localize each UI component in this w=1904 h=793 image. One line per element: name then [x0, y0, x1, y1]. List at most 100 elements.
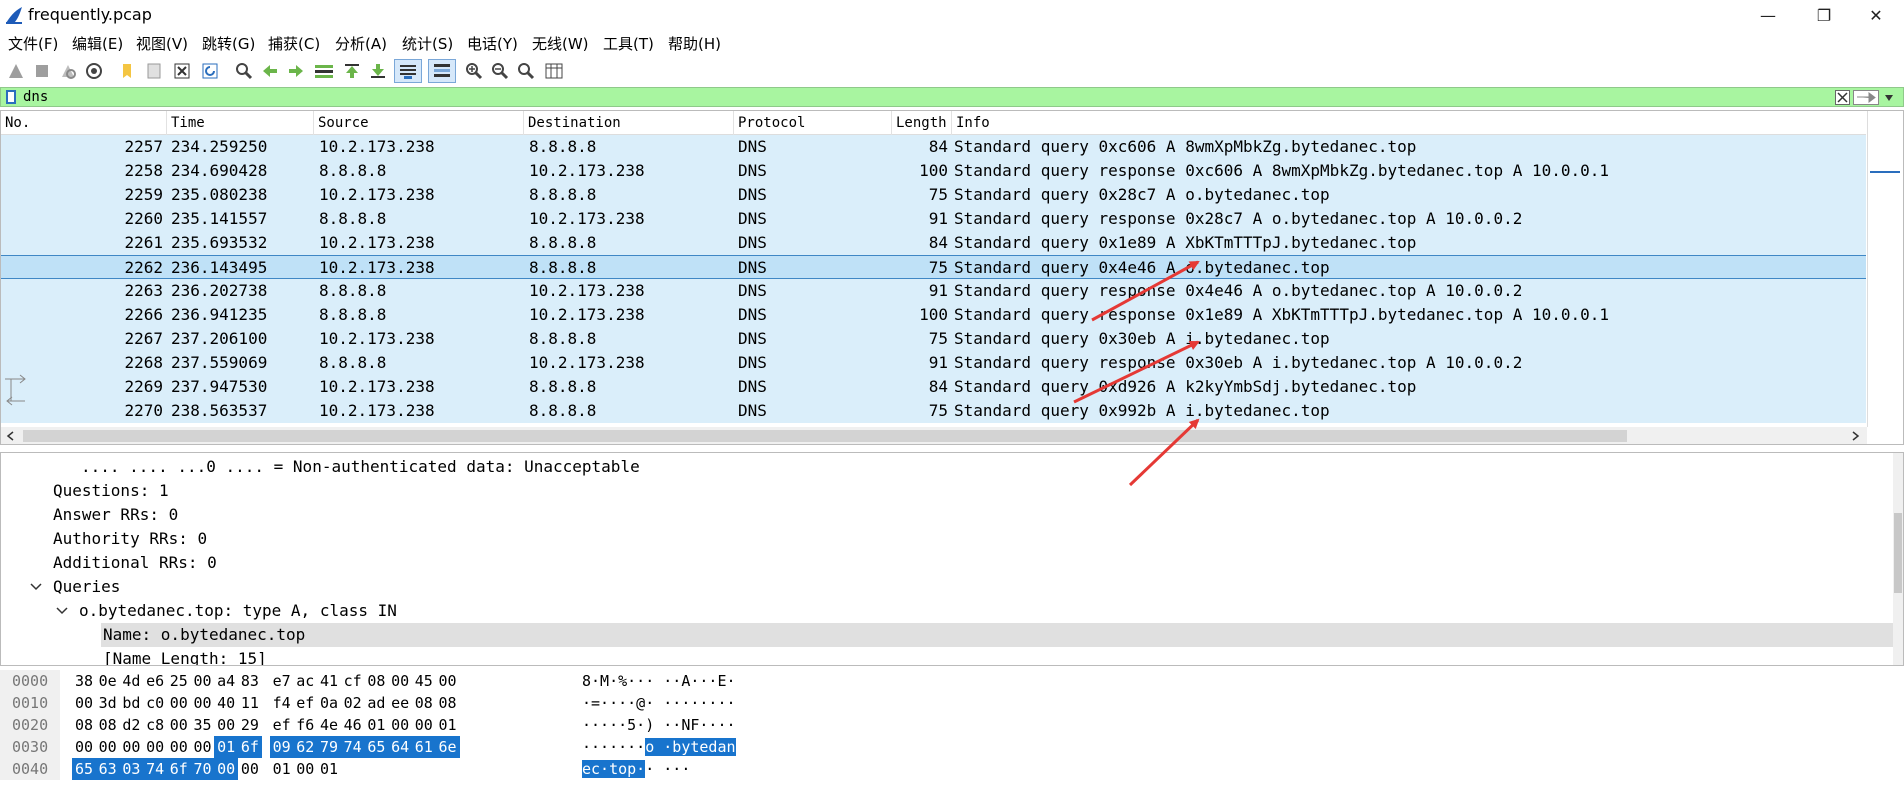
hex-byte[interactable]: 00 — [238, 758, 262, 780]
hex-byte[interactable]: bd — [119, 692, 143, 714]
hex-byte[interactable]: 00 — [72, 692, 96, 714]
colorize-icon[interactable] — [428, 59, 456, 83]
hex-byte[interactable]: 08 — [96, 714, 120, 736]
hex-byte[interactable]: 6f — [166, 758, 191, 780]
hex-byte[interactable]: ef — [293, 692, 317, 714]
hex-byte[interactable]: 00 — [167, 714, 191, 736]
ascii-dump[interactable]: ·=····@· ········ — [582, 692, 736, 714]
hex-byte[interactable]: 4d — [119, 670, 143, 692]
hex-byte[interactable]: 38 — [72, 670, 96, 692]
hex-byte[interactable]: 00 — [143, 736, 167, 758]
hex-byte[interactable]: e6 — [143, 670, 167, 692]
hex-byte[interactable]: 00 — [214, 758, 239, 780]
hex-byte[interactable]: 62 — [293, 736, 318, 758]
hex-byte[interactable]: 00 — [191, 736, 215, 758]
hex-byte[interactable]: 00 — [119, 736, 143, 758]
start-capture-icon[interactable] — [4, 59, 28, 83]
hex-byte[interactable]: c0 — [143, 692, 167, 714]
go-to-packet-icon[interactable] — [312, 59, 336, 83]
zoom-in-icon[interactable] — [462, 59, 486, 83]
hex-byte[interactable]: ad — [364, 692, 388, 714]
hex-byte[interactable]: f4 — [270, 692, 294, 714]
detail-tree-item[interactable]: Questions: 1 — [1, 479, 1881, 503]
ascii-dump[interactable]: 8·M·%··· ··A···E· — [582, 670, 736, 692]
details-vscrollbar[interactable] — [1893, 453, 1903, 665]
hex-byte[interactable]: 0e — [96, 670, 120, 692]
go-back-icon[interactable] — [258, 59, 282, 83]
hscroll-thumb[interactable] — [23, 430, 1627, 442]
hex-byte[interactable]: 6f — [237, 736, 262, 758]
packet-list-hscrollbar[interactable] — [1, 427, 1867, 444]
hex-byte[interactable]: 79 — [317, 736, 341, 758]
hex-byte[interactable]: 65 — [72, 758, 96, 780]
ascii-dump[interactable]: ·······o ·bytedan — [582, 736, 736, 758]
hex-byte[interactable]: 08 — [412, 692, 436, 714]
menu-analyze[interactable]: 分析(A) — [335, 33, 387, 54]
menu-tools[interactable]: 工具(T) — [603, 33, 654, 54]
hex-byte[interactable]: 11 — [238, 692, 262, 714]
hex-byte[interactable]: 09 — [269, 736, 294, 758]
hex-byte[interactable]: 41 — [317, 670, 341, 692]
hex-byte[interactable]: 40 — [214, 692, 238, 714]
detail-tree-item[interactable]: Answer RRs: 0 — [1, 503, 1881, 527]
ascii-dump[interactable]: ec·top·· ··· — [582, 758, 690, 780]
hex-byte[interactable]: 70 — [190, 758, 215, 780]
hex-byte[interactable]: ac — [293, 670, 317, 692]
go-forward-icon[interactable] — [284, 59, 308, 83]
hex-byte[interactable]: 63 — [95, 758, 120, 780]
hex-byte[interactable]: 03 — [119, 758, 144, 780]
capture-options-icon[interactable] — [82, 59, 106, 83]
hex-byte[interactable]: 6e — [435, 736, 460, 758]
hex-byte[interactable]: 00 — [191, 670, 215, 692]
hex-byte[interactable]: 01 — [436, 714, 460, 736]
apply-filter-icon[interactable] — [1853, 90, 1879, 105]
hex-byte[interactable]: 25 — [167, 670, 191, 692]
menu-file[interactable]: 文件(F) — [8, 33, 58, 54]
packet-row[interactable]: 2267 237.206100 10.2.173.238 8.8.8.8 DNS 75 St… — [1, 327, 1866, 351]
tree-expand-chevron-icon[interactable] — [55, 604, 69, 618]
packet-row[interactable]: 2263 236.202738 8.8.8.8 10.2.173.238 DNS 91 St… — [1, 279, 1866, 303]
menu-wireless[interactable]: 无线(W) — [532, 33, 589, 54]
packet-list-vscrollbar[interactable] — [1867, 111, 1903, 427]
go-last-icon[interactable] — [366, 59, 390, 83]
menu-help[interactable]: 帮助(H) — [668, 33, 721, 54]
hex-byte[interactable]: 46 — [341, 714, 365, 736]
hex-byte[interactable]: 00 — [167, 736, 191, 758]
detail-tree-item[interactable]: .... .... ...0 .... = Non-authenticated … — [1, 455, 1881, 479]
clear-filter-icon[interactable] — [1835, 90, 1850, 105]
open-file-icon[interactable] — [116, 59, 140, 83]
menu-go[interactable]: 跳转(G) — [202, 33, 255, 54]
restore-button[interactable]: ❐ — [1796, 0, 1852, 30]
packet-row[interactable]: 2269 237.947530 10.2.173.238 8.8.8.8 DNS 84 St… — [1, 375, 1866, 399]
detail-tree-item[interactable]: [Name Length: 15] — [1, 647, 1881, 665]
hex-byte[interactable]: 3d — [96, 692, 120, 714]
col-header-protocol[interactable]: Protocol — [734, 111, 892, 135]
details-vscroll-thumb[interactable] — [1894, 513, 1902, 593]
hex-byte[interactable]: 00 — [167, 692, 191, 714]
hex-byte[interactable]: 45 — [412, 670, 436, 692]
hex-byte[interactable]: 0a — [317, 692, 341, 714]
hex-byte[interactable]: 00 — [412, 714, 436, 736]
menu-edit[interactable]: 编辑(E) — [72, 33, 123, 54]
hex-byte[interactable]: 29 — [238, 714, 262, 736]
packet-row[interactable]: 2257 234.259250 10.2.173.238 8.8.8.8 DNS 84 St… — [1, 135, 1866, 159]
packet-row[interactable]: 2270 238.563537 10.2.173.238 8.8.8.8 DNS 75 St… — [1, 399, 1866, 423]
hex-byte[interactable]: 01 — [317, 758, 341, 780]
hex-byte[interactable]: c8 — [143, 714, 167, 736]
hex-byte[interactable]: 01 — [270, 758, 294, 780]
menu-view[interactable]: 视图(V) — [136, 33, 188, 54]
hex-byte[interactable]: a4 — [214, 670, 238, 692]
hex-byte[interactable]: 00 — [436, 670, 460, 692]
hex-byte[interactable]: 74 — [143, 758, 168, 780]
hex-byte[interactable]: 74 — [340, 736, 365, 758]
menu-capture[interactable]: 捕获(C) — [268, 33, 320, 54]
zoom-out-icon[interactable] — [488, 59, 512, 83]
hex-byte[interactable]: 02 — [341, 692, 365, 714]
reload-icon[interactable] — [198, 59, 222, 83]
detail-tree-item[interactable]: Name: o.bytedanec.top — [101, 623, 1897, 647]
hex-byte[interactable]: ef — [270, 714, 294, 736]
col-header-destination[interactable]: Destination — [524, 111, 734, 135]
hex-byte[interactable]: 01 — [364, 714, 388, 736]
restart-capture-icon[interactable] — [56, 59, 80, 83]
col-header-source[interactable]: Source — [314, 111, 524, 135]
